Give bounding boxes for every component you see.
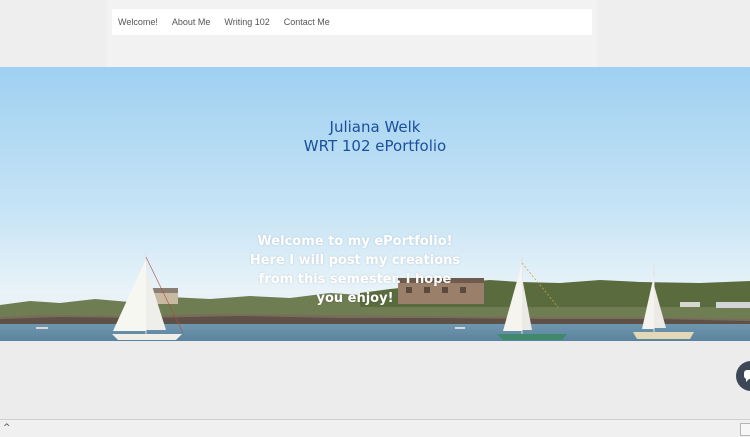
status-bar-box[interactable] xyxy=(740,423,750,436)
chat-bubble-icon xyxy=(744,370,750,382)
nav-item-welcome[interactable]: Welcome! xyxy=(118,17,158,27)
nav-item-contact-me[interactable]: Contact Me xyxy=(284,17,330,27)
content-area xyxy=(0,341,750,419)
hero-title: Juliana Welk WRT 102 ePortfolio xyxy=(0,118,750,156)
nav-item-writing-102[interactable]: Writing 102 xyxy=(224,17,269,27)
main-nav: Welcome! About Me Writing 102 Contact Me xyxy=(112,9,592,35)
site-owner-name: Juliana Welk xyxy=(329,118,421,136)
welcome-message: Welcome to my ePortfolio! Here I will po… xyxy=(249,234,461,306)
hero-banner: Juliana Welk WRT 102 ePortfolio Welcome … xyxy=(0,67,750,341)
site-subtitle: WRT 102 ePortfolio xyxy=(303,137,447,155)
page: Welcome! About Me Writing 102 Contact Me xyxy=(0,0,750,437)
nav-item-about-me[interactable]: About Me xyxy=(172,17,211,27)
chevron-up-icon[interactable]: ^ xyxy=(3,423,11,433)
browser-status-bar: ^ xyxy=(0,419,750,437)
